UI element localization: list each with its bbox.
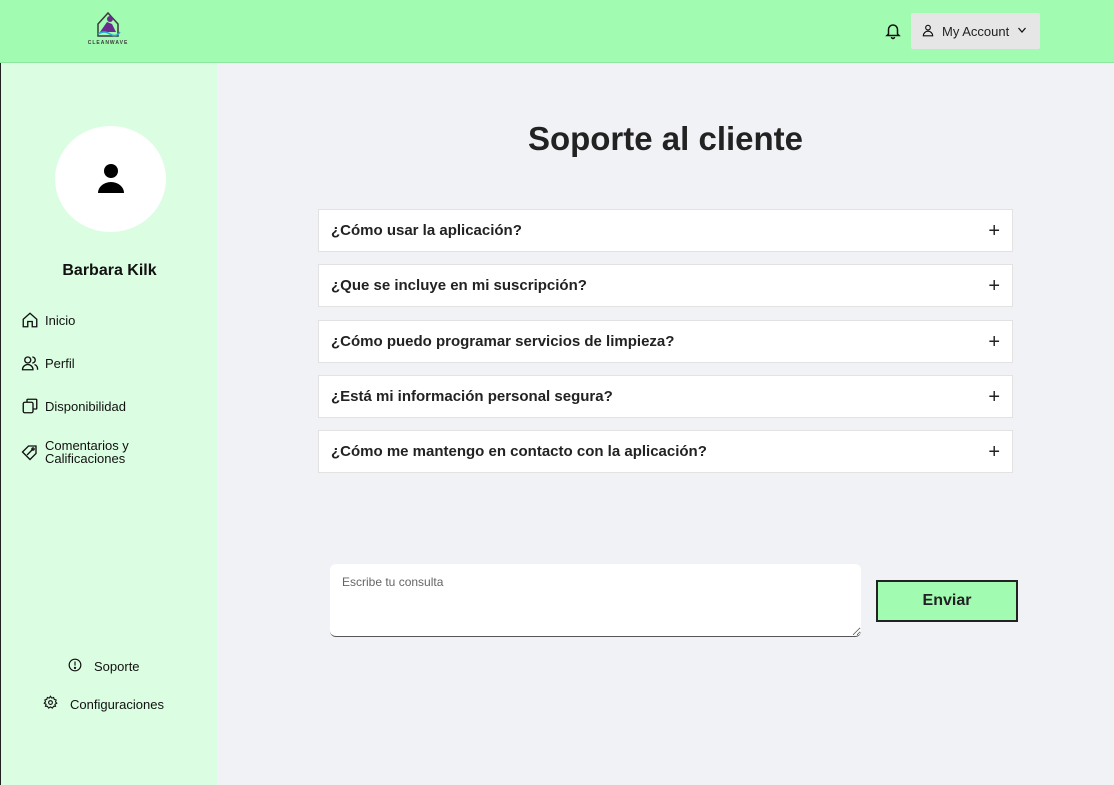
sidebar-item-configuraciones[interactable]: Configuraciones: [43, 695, 164, 713]
faq-question: ¿Está mi información personal segura?: [331, 388, 613, 405]
plus-icon[interactable]: +: [988, 387, 1000, 407]
faq-question: ¿Cómo usar la aplicación?: [331, 222, 522, 239]
send-button[interactable]: Enviar: [876, 580, 1018, 622]
sidebar-item-label: Comentarios y Calificaciones: [45, 438, 129, 466]
sidebar-item-label: Configuraciones: [70, 696, 164, 712]
faq-item[interactable]: ¿Que se incluye en mi suscripción? +: [318, 264, 1013, 307]
faq-item[interactable]: ¿Cómo usar la aplicación? +: [318, 209, 1013, 252]
sidebar-item-label: Soporte: [94, 659, 140, 674]
sidebar-item-disponibilidad[interactable]: Disponibilidad: [21, 397, 126, 415]
person-icon: [97, 164, 124, 193]
sidebar-item-comentarios[interactable]: Comentarios y Calificaciones: [21, 439, 155, 465]
sidebar: Barbara Kilk Inicio Perfil Disponibilida…: [0, 63, 217, 785]
query-input[interactable]: [330, 564, 861, 637]
sidebar-item-label: Perfil: [45, 355, 75, 371]
info-icon: [68, 658, 82, 675]
plus-icon[interactable]: +: [988, 276, 1000, 296]
tag-icon: [21, 443, 39, 461]
home-icon: [21, 311, 39, 329]
plus-icon[interactable]: +: [988, 332, 1000, 352]
plus-icon[interactable]: +: [988, 442, 1000, 462]
plus-icon[interactable]: +: [988, 221, 1000, 241]
faq-item[interactable]: ¿Cómo me mantengo en contacto con la apl…: [318, 430, 1013, 473]
sidebar-item-label: Disponibilidad: [45, 398, 126, 414]
sidebar-item-label: Inicio: [45, 312, 76, 328]
faq-question: ¿Cómo puedo programar servicios de limpi…: [331, 333, 675, 350]
chevron-down-icon: [1016, 24, 1028, 39]
user-icon: [921, 22, 935, 41]
sidebar-item-inicio[interactable]: Inicio: [21, 311, 75, 329]
bell-icon[interactable]: [884, 22, 902, 40]
my-account-button[interactable]: My Account: [911, 13, 1040, 49]
faq-question: ¿Que se incluye en mi suscripción?: [331, 277, 587, 294]
avatar[interactable]: [55, 126, 166, 232]
sidebar-item-soporte[interactable]: Soporte: [68, 658, 140, 675]
logo-text: CLEANWAVE: [87, 40, 129, 46]
logo-icon: [97, 11, 121, 37]
faq-item[interactable]: ¿Cómo puedo programar servicios de limpi…: [318, 320, 1013, 363]
top-bar: CLEANWAVE My Account: [0, 0, 1114, 63]
sidebar-item-perfil[interactable]: Perfil: [21, 354, 75, 372]
user-name: Barbara Kilk: [62, 262, 157, 279]
gear-icon: [43, 695, 58, 713]
cleanwave-logo[interactable]: CLEANWAVE: [82, 10, 134, 48]
my-account-label: My Account: [942, 23, 1010, 39]
users-icon: [21, 354, 39, 372]
faq-question: ¿Cómo me mantengo en contacto con la apl…: [331, 443, 707, 460]
page-title: Soporte al cliente: [527, 120, 804, 157]
faq-item[interactable]: ¿Está mi información personal segura? +: [318, 375, 1013, 418]
copy-icon: [21, 397, 39, 415]
